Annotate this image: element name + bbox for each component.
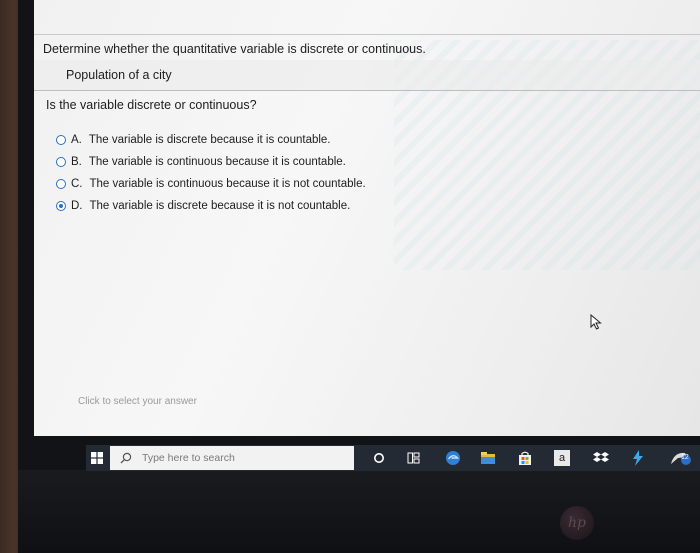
option-c[interactable]: C. The variable is continuous because it…	[56, 175, 366, 193]
windows-taskbar: a 12	[86, 445, 700, 471]
mouse-cursor-icon	[590, 314, 602, 330]
windows-logo-icon	[91, 452, 103, 464]
store-icon[interactable]	[516, 449, 534, 467]
divider	[34, 34, 700, 35]
option-text: The variable is continuous because it is…	[89, 178, 366, 190]
radio-selected-icon[interactable]	[56, 201, 66, 211]
task-view-icon[interactable]	[404, 449, 422, 467]
windows-start-button[interactable]	[86, 445, 108, 471]
file-explorer-icon[interactable]	[479, 449, 497, 467]
notification-badge: 12	[681, 454, 689, 461]
notifications-icon[interactable]: 12	[668, 449, 694, 467]
question-prompt: Determine whether the quantitative varia…	[43, 42, 426, 56]
select-hint: Click to select your answer	[78, 396, 197, 407]
option-text: The variable is continuous because it is…	[88, 156, 346, 168]
option-letter: A.	[71, 134, 82, 146]
variable-text: Population of a city	[66, 68, 172, 82]
option-b[interactable]: B. The variable is continuous because it…	[56, 153, 346, 171]
search-icon	[120, 452, 132, 464]
option-a[interactable]: A. The variable is discrete because it i…	[56, 131, 331, 149]
radio-icon[interactable]	[56, 157, 66, 167]
dropbox-icon[interactable]	[592, 449, 610, 467]
edge-browser-icon[interactable]	[444, 449, 462, 467]
browser-page: Determine whether the quantitative varia…	[34, 0, 700, 436]
option-text: The variable is discrete because it is c…	[88, 134, 331, 146]
option-letter: D.	[71, 200, 83, 212]
sub-question: Is the variable discrete or continuous?	[46, 98, 257, 112]
option-letter: B.	[71, 156, 82, 168]
amazon-app-icon[interactable]: a	[554, 450, 570, 466]
hp-logo: hp	[560, 506, 594, 540]
option-letter: C.	[71, 178, 83, 190]
search-input[interactable]	[140, 451, 324, 465]
lightning-app-icon[interactable]	[629, 449, 647, 467]
radio-icon[interactable]	[56, 135, 66, 145]
monitor-chin	[18, 470, 700, 553]
cortana-icon[interactable]	[370, 449, 388, 467]
option-text: The variable is discrete because it is n…	[89, 200, 351, 212]
taskbar-search[interactable]	[110, 446, 354, 470]
option-d[interactable]: D. The variable is discrete because it i…	[56, 197, 350, 215]
radio-icon[interactable]	[56, 179, 66, 189]
